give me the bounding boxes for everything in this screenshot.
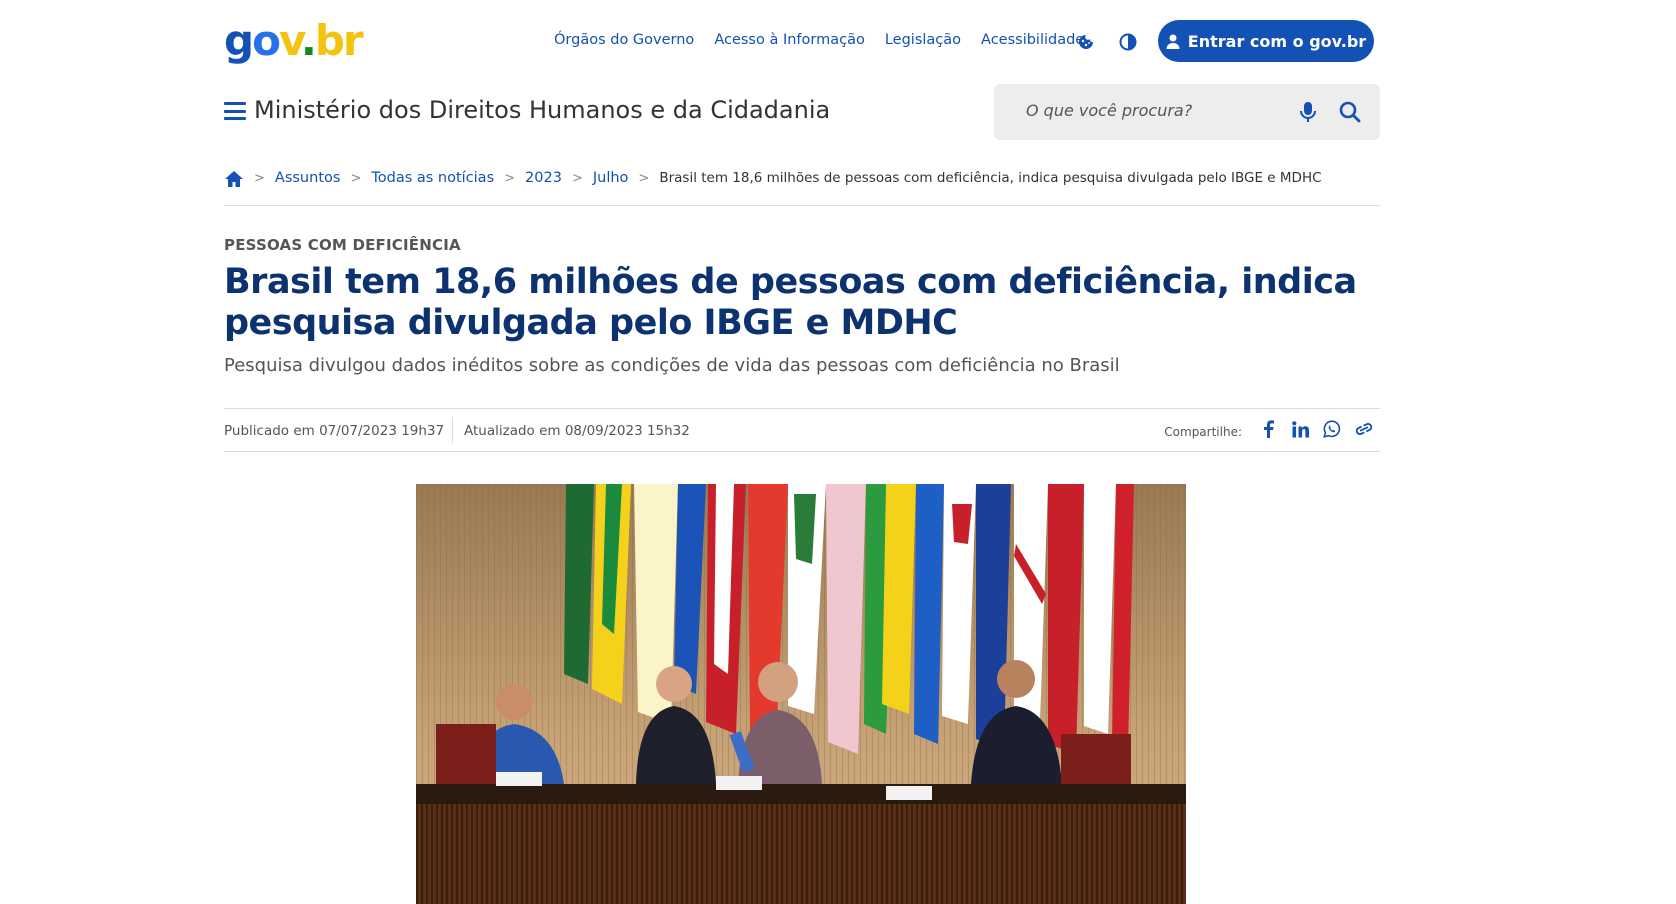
published-date: Publicado em 07/07/2023 19h37 [224, 423, 445, 439]
breadcrumb-separator: > [638, 171, 650, 186]
microphone-icon[interactable] [1298, 101, 1318, 123]
link-orgaos-governo[interactable]: Órgãos do Governo [554, 32, 694, 48]
breadcrumb-assuntos[interactable]: Assuntos [275, 170, 341, 186]
breadcrumb-todas-noticias[interactable]: Todas as notícias [371, 170, 494, 186]
meta-divider [452, 417, 453, 443]
breadcrumb: > Assuntos > Todas as notícias > 2023 > … [224, 170, 1380, 206]
govbr-logo[interactable]: gov.br [224, 20, 364, 62]
link-acesso-informacao[interactable]: Acesso à Informação [714, 32, 865, 48]
home-icon[interactable] [224, 170, 244, 188]
article-subtitle: Pesquisa divulgou dados inéditos sobre a… [224, 355, 1120, 376]
top-links: Órgãos do Governo Acesso à Informação Le… [554, 32, 1084, 48]
share-label: Compartilhe: [1164, 425, 1242, 439]
breadcrumb-2023[interactable]: 2023 [525, 170, 562, 186]
user-icon [1166, 34, 1180, 49]
login-button[interactable]: Entrar com o gov.br [1158, 20, 1374, 62]
article-meta: Publicado em 07/07/2023 19h37 Atualizado… [224, 408, 1380, 452]
article-photo [416, 484, 1186, 904]
main-header: Ministério dos Direitos Humanos e da Cid… [224, 84, 1380, 140]
breadcrumb-julho[interactable]: Julho [593, 170, 629, 186]
breadcrumb-separator: > [504, 171, 516, 186]
link-acessibilidade[interactable]: Acessibilidade [981, 32, 1084, 48]
site-title[interactable]: Ministério dos Direitos Humanos e da Cid… [254, 96, 830, 124]
facebook-icon[interactable] [1258, 419, 1278, 439]
breadcrumb-separator: > [350, 171, 362, 186]
breadcrumb-separator: > [254, 171, 265, 186]
search-box [994, 84, 1380, 140]
breadcrumb-current: Brasil tem 18,6 milhões de pessoas com d… [659, 170, 1322, 186]
updated-date: Atualizado em 08/09/2023 15h32 [464, 423, 690, 439]
whatsapp-icon[interactable] [1322, 419, 1342, 439]
login-label: Entrar com o gov.br [1187, 31, 1367, 51]
article-category[interactable]: PESSOAS COM DEFICIÊNCIA [224, 236, 1380, 254]
hamburger-menu-icon[interactable] [224, 102, 246, 120]
link-legislacao[interactable]: Legislação [885, 32, 961, 48]
cookie-icon[interactable] [1076, 32, 1096, 52]
share-bar: Compartilhe: [1164, 419, 1374, 439]
contrast-icon[interactable] [1118, 32, 1138, 52]
top-icons [1076, 32, 1138, 52]
article-title: Brasil tem 18,6 milhões de pessoas com d… [224, 262, 1357, 343]
linkedin-icon[interactable] [1290, 419, 1310, 439]
breadcrumb-separator: > [571, 171, 583, 186]
search-input[interactable] [1026, 101, 1286, 120]
copy-link-icon[interactable] [1354, 419, 1374, 439]
search-icon[interactable] [1338, 100, 1362, 124]
top-header: gov.br Órgãos do Governo Acesso à Inform… [224, 20, 1380, 62]
